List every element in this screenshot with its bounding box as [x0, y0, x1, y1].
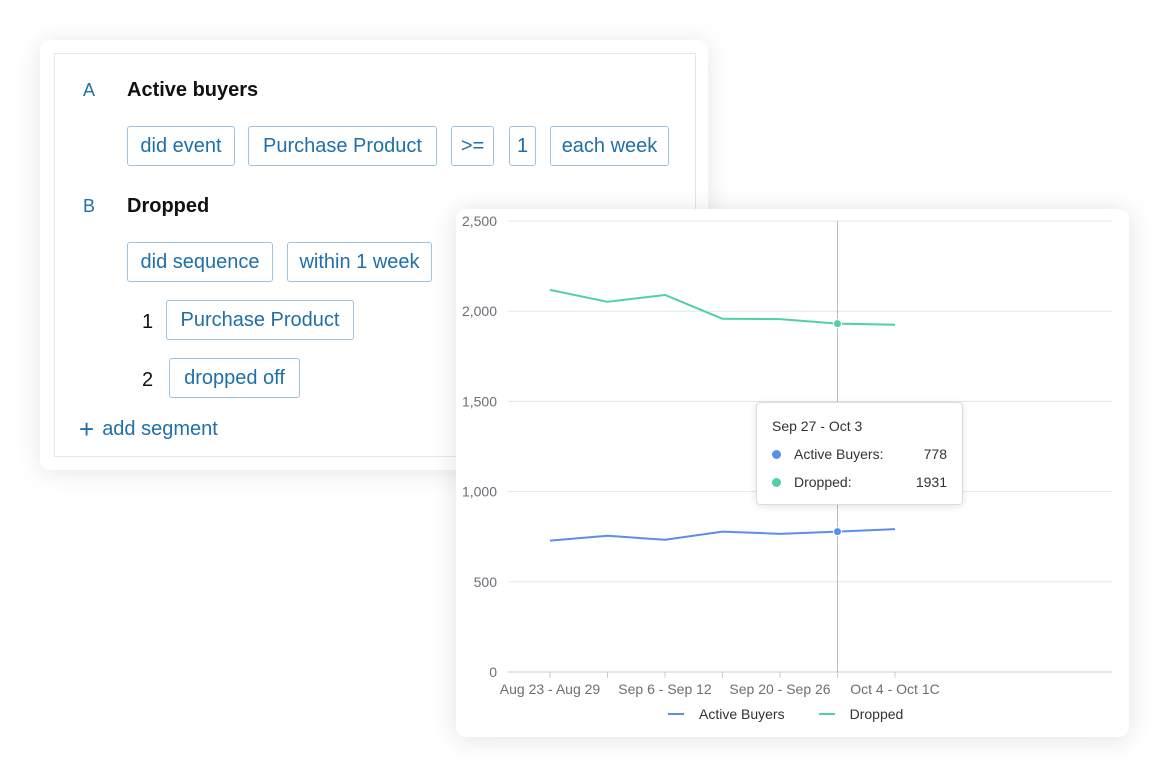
tooltip-row-dropped: Dropped: 1931 [772, 473, 947, 491]
sequence-step-1-chip[interactable]: Purchase Product [166, 300, 354, 340]
y-tick-label: 1,500 [462, 393, 497, 409]
segment-a-operator-chip[interactable]: >= [451, 126, 494, 166]
y-tick-label: 1,000 [462, 484, 497, 500]
legend-item-active-buyers[interactable]: Active Buyers [668, 706, 785, 722]
y-tick-label: 0 [489, 664, 497, 680]
segment-a-title[interactable]: Active buyers [127, 79, 258, 102]
legend-line-icon [668, 713, 684, 715]
tooltip-title: Sep 27 - Oct 3 [772, 418, 863, 434]
y-tick-label: 2,000 [462, 303, 497, 319]
add-segment-label: add segment [102, 417, 218, 440]
x-tick-label: Aug 23 - Aug 29 [500, 681, 601, 697]
tooltip-row-active-buyers: Active Buyers: 778 [772, 445, 947, 463]
tooltip-row-label: Dropped: [794, 474, 852, 490]
segment-a-count-chip[interactable]: 1 [509, 126, 536, 166]
segment-b-letter: B [83, 196, 96, 216]
y-tick-label: 500 [474, 574, 498, 590]
segment-b-event-type-chip[interactable]: did sequence [127, 242, 273, 282]
sequence-step-2-number: 2 [142, 369, 154, 391]
active-buyers-dot-icon [772, 449, 781, 459]
legend-line-icon [818, 713, 835, 715]
x-tick-label: Oct 4 - Oct 1C [850, 681, 939, 697]
segment-b-title[interactable]: Dropped [127, 195, 209, 218]
legend-label: Dropped [849, 706, 904, 722]
tooltip-row-value: 1931 [915, 474, 947, 490]
highlight-point-dropped [833, 319, 842, 329]
x-tick-label: Sep 6 - Sep 12 [618, 681, 712, 697]
sequence-step-2-chip[interactable]: dropped off [169, 358, 300, 398]
add-segment-button[interactable]: + add segment [79, 416, 218, 442]
plus-icon: + [79, 414, 95, 444]
sequence-step-1-number: 1 [142, 311, 154, 333]
legend-item-dropped[interactable]: Dropped [818, 706, 904, 722]
segment-a-letter: A [83, 80, 96, 100]
tooltip-row-value: 778 [923, 446, 947, 462]
segment-a-frequency-chip[interactable]: each week [550, 126, 669, 166]
segment-a-event-name-chip[interactable]: Purchase Product [248, 126, 437, 166]
tooltip-row-label: Active Buyers: [794, 446, 884, 462]
segment-a-event-type-chip[interactable]: did event [127, 126, 235, 166]
segment-b-window-chip[interactable]: within 1 week [287, 242, 432, 282]
legend-label: Active Buyers [699, 706, 785, 722]
series-line-dropped [549, 288, 896, 326]
chart-tooltip: Sep 27 - Oct 3 Active Buyers: 778 Droppe… [756, 402, 963, 505]
chart-card: 0 500 1,000 1,500 2,000 2,500 Aug 23 - Aug 29 S… [456, 209, 1129, 737]
x-tick-label: Sep 20 - Sep 26 [729, 681, 830, 697]
highlight-point-active-buyers [833, 527, 842, 537]
chart-legend: Active Buyers Dropped [668, 705, 937, 723]
dropped-dot-icon [772, 477, 781, 487]
y-tick-label: 2,500 [462, 213, 497, 229]
series-line-active-buyers [549, 528, 896, 542]
